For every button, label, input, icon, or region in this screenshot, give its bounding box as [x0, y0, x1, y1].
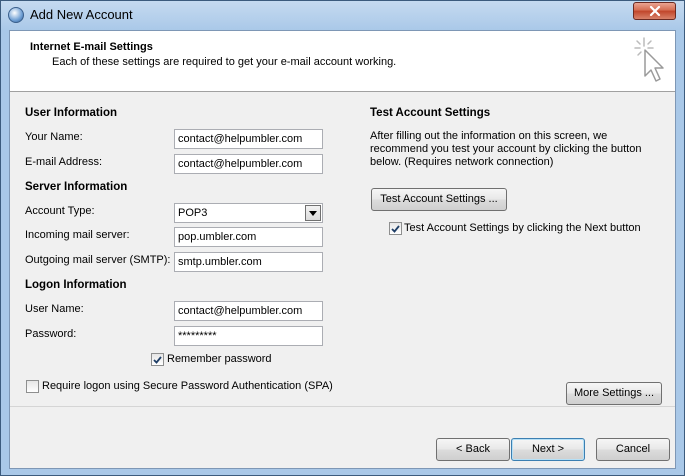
- test-description-line2: recommend you test your account by click…: [370, 143, 642, 155]
- spa-label[interactable]: Require logon using Secure Password Auth…: [42, 380, 333, 392]
- test-on-next-label[interactable]: Test Account Settings by clicking the Ne…: [404, 222, 641, 234]
- test-account-settings-button[interactable]: Test Account Settings ...: [371, 188, 507, 211]
- server-info-heading: Server Information: [25, 181, 128, 193]
- your-name-label: Your Name:: [25, 131, 83, 143]
- outlook-icon: [8, 7, 24, 23]
- incoming-server-label: Incoming mail server:: [25, 229, 130, 241]
- test-description-line1: After filling out the information on thi…: [370, 130, 608, 142]
- next-button[interactable]: Next >: [511, 438, 585, 461]
- dropdown-button[interactable]: [305, 205, 321, 221]
- account-type-select[interactable]: POP3: [174, 203, 323, 223]
- cursor-sparkle-icon: [634, 37, 664, 82]
- back-button[interactable]: < Back: [436, 438, 510, 461]
- account-type-value: POP3: [178, 207, 208, 219]
- email-address-label: E-mail Address:: [25, 156, 103, 168]
- remember-password-label[interactable]: Remember password: [167, 353, 272, 365]
- password-field[interactable]: *********: [174, 326, 323, 346]
- window-title: Add New Account: [30, 7, 133, 22]
- user-name-label: User Name:: [25, 303, 84, 315]
- user-name-field[interactable]: contact@helpumbler.com: [174, 301, 323, 321]
- more-settings-button[interactable]: More Settings ...: [566, 382, 662, 405]
- password-label: Password:: [25, 328, 77, 340]
- cancel-button[interactable]: Cancel: [596, 438, 670, 461]
- logon-info-heading: Logon Information: [25, 279, 127, 291]
- test-description-line3: below. (Requires network connection): [370, 156, 554, 168]
- test-on-next-checkbox[interactable]: [389, 222, 402, 235]
- header-subtitle: Each of these settings are required to g…: [52, 56, 397, 68]
- account-type-label: Account Type:: [25, 205, 95, 217]
- user-info-heading: User Information: [25, 107, 118, 119]
- test-settings-heading: Test Account Settings: [370, 107, 491, 119]
- checkmark-icon: [391, 224, 400, 233]
- close-button[interactable]: [633, 2, 676, 20]
- spa-checkbox[interactable]: [26, 380, 39, 393]
- dialog-header: Internet E-mail Settings Each of these s…: [10, 31, 675, 92]
- add-account-dialog: Add New Account Internet E-mail Settings…: [0, 0, 685, 476]
- your-name-field[interactable]: contact@helpumbler.com: [174, 129, 323, 149]
- dialog-client-area: Internet E-mail Settings Each of these s…: [9, 30, 676, 469]
- dialog-body: User Information Your Name: contact@help…: [10, 92, 675, 468]
- header-title: Internet E-mail Settings: [30, 41, 153, 53]
- outgoing-server-label: Outgoing mail server (SMTP):: [25, 254, 171, 266]
- remember-password-checkbox[interactable]: [151, 353, 164, 366]
- outgoing-server-field[interactable]: smtp.umbler.com: [174, 252, 323, 272]
- incoming-server-field[interactable]: pop.umbler.com: [174, 227, 323, 247]
- title-bar: Add New Account: [1, 1, 684, 29]
- chevron-down-icon: [309, 210, 317, 216]
- checkmark-icon: [153, 355, 162, 364]
- email-address-field[interactable]: contact@helpumbler.com: [174, 154, 323, 174]
- footer-divider: [10, 406, 675, 407]
- close-icon: [649, 6, 660, 16]
